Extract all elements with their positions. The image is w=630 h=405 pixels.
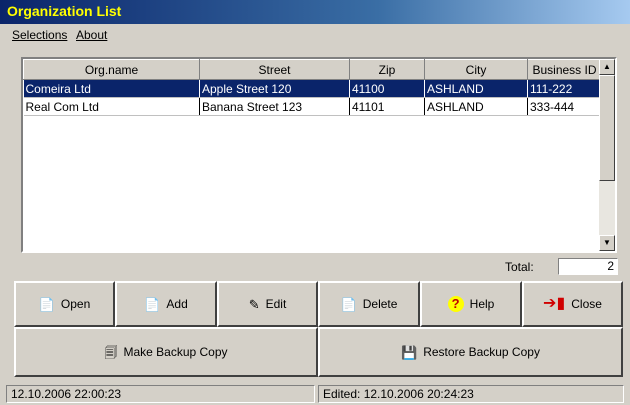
cell-street: Banana Street 123 [199,97,350,116]
backup-label: Make Backup Copy [123,345,228,359]
menu-bar: Selections About [0,25,630,45]
table-row[interactable]: Real Com Ltd Banana Street 123 41101 ASH… [23,97,602,116]
cell-zip: 41101 [349,97,425,116]
scroll-up-icon[interactable]: ▲ [599,59,615,75]
document-add-icon: 📄 [144,296,161,312]
cell-business-id: 333-444 [527,97,602,116]
restore-backup-button[interactable]: 💾 Restore Backup Copy [318,327,623,377]
status-left: 12.10.2006 22:00:23 [6,385,315,403]
window-title: Organization List [7,3,122,19]
document-open-icon: 📄 [38,296,55,312]
delete-button[interactable]: 📄 Delete [318,281,420,327]
scroll-thumb[interactable] [599,75,615,181]
cell-zip: 41100 [349,79,425,98]
total-field: 2 [558,258,618,275]
cell-street: Apple Street 120 [199,79,350,98]
cell-city: ASHLAND [424,79,528,98]
total-label: Total: [505,260,534,274]
cell-orgname: Comeira Ltd [23,79,200,98]
cell-orgname: Real Com Ltd [23,97,200,116]
open-button[interactable]: 📄 Open [14,281,115,327]
delete-label: Delete [362,297,398,311]
cell-business-id: 111-222 [527,79,602,98]
restore-floppy-icon: 💾 [401,344,418,360]
help-button[interactable]: ? Help [420,281,522,327]
cell-city: ASHLAND [424,97,528,116]
close-button[interactable]: ➔▮ Close [522,281,623,327]
make-backup-button[interactable]: 🗐 Make Backup Copy [14,327,318,377]
edit-label: Edit [265,297,287,311]
menu-about[interactable]: About [76,28,107,42]
column-header-zip[interactable]: Zip [349,59,425,80]
help-question-icon: ? [447,296,464,312]
backup-copy-icon: 🗐 [104,344,118,360]
open-label: Open [60,297,91,311]
close-label: Close [571,297,602,311]
table-row[interactable]: Comeira Ltd Apple Street 120 41100 ASHLA… [23,79,602,98]
menu-selections[interactable]: Selections [12,28,67,42]
edit-button[interactable]: ✎ Edit [217,281,318,327]
add-button[interactable]: 📄 Add [115,281,217,327]
column-header-orgname[interactable]: Org.name [23,59,200,80]
column-header-street[interactable]: Street [199,59,350,80]
scroll-down-icon[interactable]: ▼ [599,235,615,251]
vertical-scrollbar[interactable]: ▲ ▼ [599,59,615,251]
column-header-business-id[interactable]: Business ID [527,59,602,80]
document-edit-icon: ✎ [248,296,260,312]
title-bar[interactable]: Organization List [0,0,630,24]
organization-list[interactable]: Org.name Street Zip City Business ID Com… [21,57,617,253]
restore-label: Restore Backup Copy [423,345,540,359]
add-label: Add [166,297,188,311]
status-right: Edited: 12.10.2006 20:24:23 [318,385,624,403]
column-header-city[interactable]: City [424,59,528,80]
exit-door-icon: ➔▮ [543,295,566,312]
document-delete-icon: 📄 [340,296,357,312]
organization-table: Org.name Street Zip City Business ID Com… [23,59,602,116]
table-header-row: Org.name Street Zip City Business ID [23,59,602,80]
help-label: Help [469,297,495,311]
